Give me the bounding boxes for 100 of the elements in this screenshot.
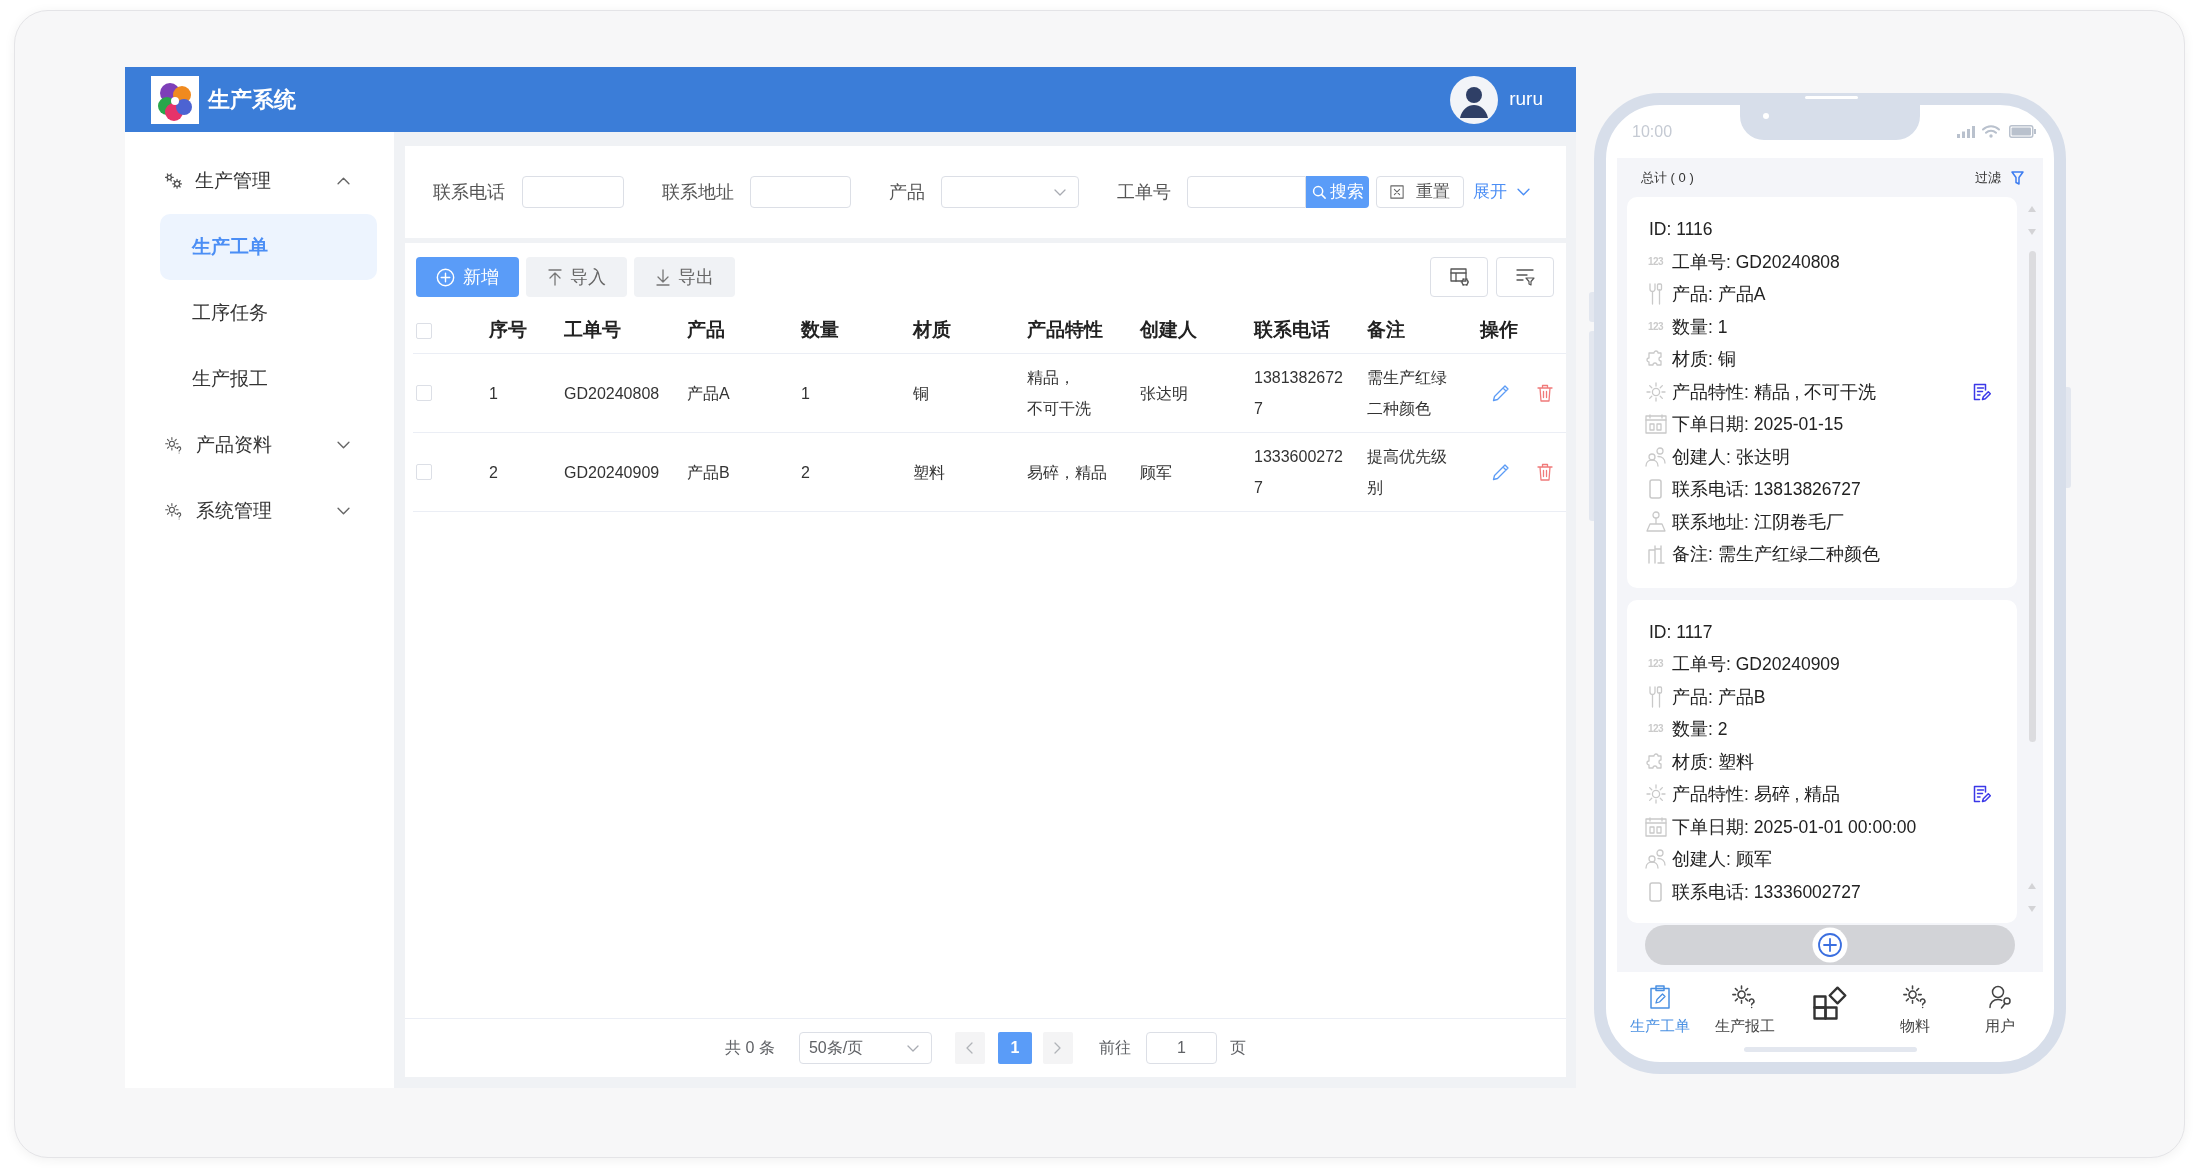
- trash-icon[interactable]: [1537, 384, 1553, 402]
- status-time: 10:00: [1632, 121, 1673, 142]
- column-settings-button[interactable]: [1430, 257, 1488, 297]
- checkbox[interactable]: [416, 464, 432, 480]
- signal-icon: [1957, 125, 1975, 138]
- side-button[interactable]: [1589, 292, 1594, 322]
- map-person-icon: [1645, 511, 1666, 533]
- menu-item[interactable]: 生产报工: [160, 346, 377, 412]
- tools-icon: [1648, 685, 1663, 708]
- scroll-down-icon[interactable]: [2028, 229, 2036, 235]
- users-icon: [1644, 446, 1667, 467]
- clipboard-icon: [1649, 985, 1670, 1009]
- tools-icon: [1648, 283, 1663, 306]
- camera-icon: [1763, 113, 1769, 119]
- sun-icon: [1902, 985, 1928, 1009]
- table-cell-text: 产品A: [686, 383, 731, 404]
- close-square-icon: [1390, 185, 1404, 199]
- filter-list-icon: [1515, 268, 1535, 286]
- table-cell-text: 13813826727: [1253, 368, 1344, 419]
- grid-icon: [1812, 986, 1847, 1020]
- text-input[interactable]: [1187, 176, 1306, 208]
- tab-item[interactable]: 生产工单: [1617, 972, 1703, 1047]
- record-field: 创建人: 张达明: [1672, 443, 1790, 470]
- menu-group[interactable]: 产品资料: [125, 412, 394, 478]
- column-header: 数量: [800, 318, 840, 343]
- trash-icon[interactable]: [1537, 463, 1553, 481]
- table-cell-text: 产品B: [686, 462, 731, 483]
- page-suffix: 页: [1229, 1038, 1246, 1058]
- table-cell-text: 1: [800, 383, 811, 404]
- column-header: 联系电话: [1252, 318, 1331, 343]
- side-button[interactable]: [2066, 387, 2071, 488]
- gears-icon: [165, 173, 182, 189]
- record-field: 工单号: GD20240808: [1672, 248, 1840, 275]
- column-header: 产品特性: [1026, 318, 1104, 343]
- record-field: 联系地址: 江阴卷毛厂: [1672, 508, 1844, 535]
- field-label: 联系地址: [662, 180, 735, 204]
- record-field: 产品: 产品A: [1672, 281, 1766, 308]
- total-count: 共 0 条: [725, 1038, 775, 1058]
- smartphone-icon: [1649, 881, 1662, 902]
- search-icon: [1311, 185, 1326, 199]
- column-header: 材质: [911, 318, 952, 343]
- upload-icon: [547, 268, 562, 286]
- select-field[interactable]: [941, 176, 1079, 208]
- filter-icon: [2011, 170, 2024, 185]
- record-field: 数量: 2: [1672, 716, 1728, 743]
- sun-icon: [1645, 784, 1666, 805]
- menu-item[interactable]: 工序任务: [160, 280, 377, 346]
- sun-icon: [1645, 381, 1666, 402]
- side-button[interactable]: [1589, 331, 1594, 521]
- note-edit-icon[interactable]: [1973, 382, 1991, 401]
- record-field: 备注: 需生产红绿二种颜色: [1672, 541, 1880, 568]
- plus-circle-icon[interactable]: [1812, 927, 1848, 963]
- tab-item[interactable]: 用户: [1957, 972, 2043, 1047]
- logo-icon: [151, 75, 199, 124]
- filter-link[interactable]: 过滤: [1975, 167, 2024, 188]
- scroll-thumb[interactable]: [2028, 251, 2036, 742]
- user-key-icon: [1988, 985, 2012, 1009]
- checkbox[interactable]: [416, 322, 432, 339]
- toolbar-button[interactable]: 导入: [526, 257, 627, 297]
- record-field: 材质: 塑料: [1672, 748, 1754, 775]
- wifi-icon: [1982, 125, 2000, 138]
- battery-icon: [2009, 125, 2036, 138]
- tab-item[interactable]: 物料: [1872, 972, 1958, 1047]
- reset-button[interactable]: 重置: [1376, 176, 1464, 208]
- filter-button[interactable]: [1496, 257, 1554, 297]
- smartphone-icon: [1649, 479, 1662, 500]
- user-name: ruru: [1509, 87, 1543, 112]
- ruler-icon: [1646, 544, 1665, 565]
- menu-group[interactable]: 系统管理: [125, 478, 394, 544]
- tab-item[interactable]: 生产报工: [1702, 972, 1788, 1047]
- record-field: 材质: 铜: [1672, 346, 1736, 373]
- next-page-button[interactable]: [1042, 1032, 1073, 1064]
- table-cell-text: 精品，不可干洗: [1026, 368, 1092, 419]
- table-cell-text: GD20240808: [563, 383, 661, 404]
- toolbar-button[interactable]: 导出: [634, 257, 735, 297]
- table-settings-icon: [1449, 268, 1469, 286]
- field-label: 工单号: [1117, 180, 1172, 204]
- scroll-up-icon[interactable]: [2028, 206, 2036, 212]
- record-field: 产品: 产品B: [1672, 683, 1766, 710]
- text-input[interactable]: [522, 176, 624, 208]
- pencil-icon[interactable]: [1492, 463, 1510, 481]
- checkbox[interactable]: [416, 385, 432, 401]
- note-edit-icon[interactable]: [1973, 785, 1991, 804]
- menu-group[interactable]: 生产管理: [125, 148, 394, 214]
- table-cell-text: 1: [488, 383, 499, 404]
- pencil-icon[interactable]: [1492, 384, 1510, 402]
- download-icon: [655, 268, 670, 286]
- prev-page-button[interactable]: [954, 1032, 985, 1064]
- page-size-select[interactable]: 50条/页: [798, 1032, 932, 1064]
- text-input[interactable]: [750, 176, 851, 208]
- record-field: 联系电话: 13336002727: [1672, 878, 1861, 905]
- table-cell-text: 13336002727: [1253, 447, 1344, 498]
- table-cell-text: 2: [800, 462, 811, 483]
- scroll-down-icon[interactable]: [2028, 906, 2036, 912]
- page-input[interactable]: 1: [1145, 1032, 1217, 1064]
- goto-label: 前往: [1098, 1038, 1131, 1058]
- avatar-icon[interactable]: [1450, 75, 1499, 124]
- sun-icon: [1732, 985, 1758, 1009]
- scroll-up-icon[interactable]: [2028, 883, 2036, 889]
- app-title: 生产系统: [208, 86, 296, 114]
